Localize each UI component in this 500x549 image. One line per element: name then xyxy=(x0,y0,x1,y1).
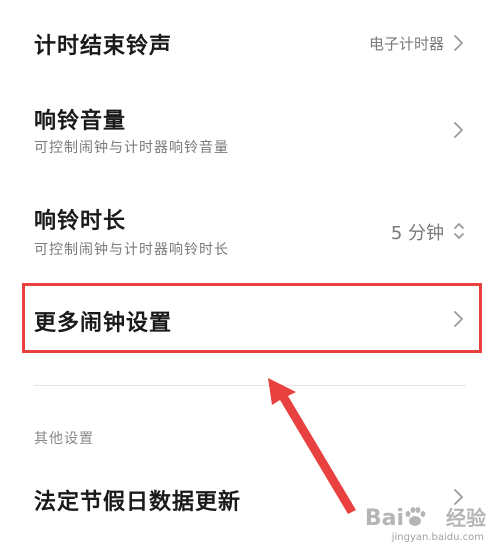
setting-title: 计时结束铃声 xyxy=(34,34,173,59)
watermark-brand: Bai xyxy=(364,506,404,531)
setting-row-timer-end-ringtone[interactable]: 计时结束铃声 电子计时器 xyxy=(0,0,500,86)
chevron-right-icon xyxy=(452,119,466,141)
section-header-other-settings: 其他设置 xyxy=(34,431,94,447)
setting-value: 5 分钟 xyxy=(390,223,444,244)
highlight-box xyxy=(22,283,482,353)
setting-row-ring-duration[interactable]: 响铃时长 可控制闹钟与计时器响铃时长 5 分钟 xyxy=(0,186,500,282)
watermark-brand-suffix: 经验 xyxy=(446,506,486,530)
setting-title: 响铃时长 xyxy=(34,209,127,234)
chevron-up-down-icon xyxy=(452,220,466,242)
watermark: Bai 经验 jingyan.baidu.com xyxy=(352,501,492,545)
setting-subtitle: 可控制闹钟与计时器响铃时长 xyxy=(34,242,229,258)
setting-subtitle: 可控制闹钟与计时器响铃音量 xyxy=(34,140,229,156)
setting-title: 响铃音量 xyxy=(34,109,127,134)
setting-value: 电子计时器 xyxy=(368,35,444,53)
chevron-right-icon xyxy=(452,32,466,54)
setting-row-ring-volume[interactable]: 响铃音量 可控制闹钟与计时器响铃音量 xyxy=(0,86,500,186)
setting-title: 法定节假日数据更新 xyxy=(34,490,242,515)
paw-icon xyxy=(405,507,426,526)
divider xyxy=(34,385,466,386)
watermark-url: jingyan.baidu.com xyxy=(391,532,484,543)
